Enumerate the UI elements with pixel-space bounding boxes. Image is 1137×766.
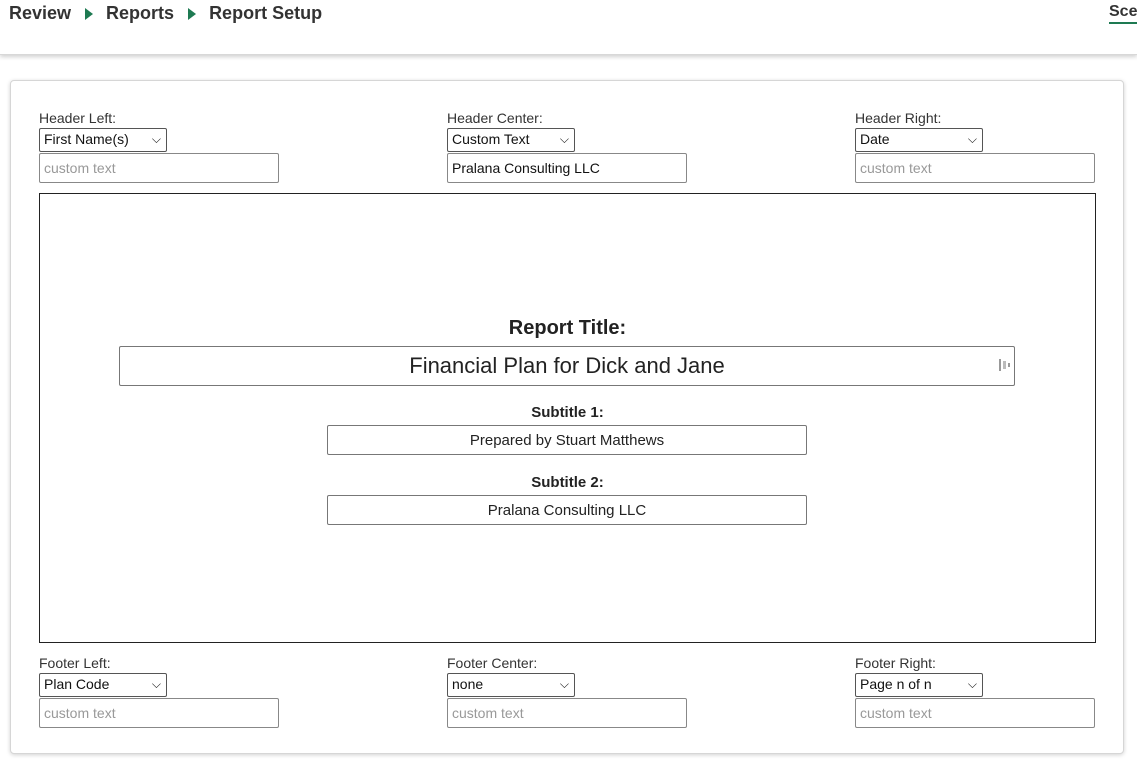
chevron-right-icon [188, 7, 197, 20]
subtitle2-input[interactable] [327, 495, 807, 525]
header-left-select[interactable]: First Name(s) ⌵ [39, 128, 167, 152]
report-preview-page: Report Title: Subtitle 1: Subtitle 2: [39, 193, 1096, 643]
breadcrumb-report-setup: Report Setup [209, 3, 323, 23]
footer-left-field: Footer Left: Plan Code ⌵ [39, 653, 279, 728]
header-center-selected: Custom Text [452, 131, 530, 147]
header-right-custom-input[interactable] [855, 153, 1095, 183]
chevron-down-icon: ⌵ [151, 132, 161, 146]
footer-right-selected: Page n of n [860, 676, 932, 692]
footer-left-label: Footer Left: [39, 655, 111, 671]
report-title-input[interactable] [119, 346, 1015, 386]
header-left-field: Header Left: First Name(s) ⌵ [39, 108, 279, 183]
header-center-select[interactable]: Custom Text ⌵ [447, 128, 575, 152]
footer-center-label: Footer Center: [447, 655, 538, 671]
footer-center-select[interactable]: none ⌵ [447, 673, 575, 697]
footer-right-field: Footer Right: Page n of n ⌵ [855, 653, 1095, 728]
report-setup-panel: Header Left: First Name(s) ⌵ Header Cent… [10, 80, 1124, 754]
chevron-right-icon [85, 7, 94, 20]
breadcrumb-reports[interactable]: Reports [106, 3, 174, 24]
footer-left-select[interactable]: Plan Code ⌵ [39, 673, 167, 697]
header-left-selected: First Name(s) [44, 131, 129, 147]
header-center-custom-input[interactable] [447, 153, 687, 183]
footer-center-custom-input[interactable] [447, 698, 687, 728]
footer-center-selected: none [452, 676, 484, 692]
header-left-label: Header Left: [39, 110, 117, 126]
subtitle1-label: Subtitle 1: [531, 404, 604, 421]
top-bar: Review Reports Report Setup Scen [0, 0, 1137, 55]
chevron-down-icon: ⌵ [151, 677, 161, 691]
footer-right-label: Footer Right: [855, 655, 936, 671]
header-right-selected: Date [860, 131, 890, 147]
chevron-down-icon: ⌵ [967, 677, 977, 691]
header-center-label: Header Center: [447, 110, 543, 126]
footer-right-custom-input[interactable] [855, 698, 1095, 728]
header-right-select[interactable]: Date ⌵ [855, 128, 983, 152]
header-right-field: Header Right: Date ⌵ [855, 108, 1095, 183]
subtitle1-input[interactable] [327, 425, 807, 455]
report-title-label: Report Title: [508, 317, 627, 339]
chevron-down-icon: ⌵ [559, 132, 569, 146]
breadcrumb: Review Reports Report Setup [9, 3, 322, 24]
header-center-field: Header Center: Custom Text ⌵ [447, 108, 687, 183]
chevron-down-icon: ⌵ [967, 132, 977, 146]
breadcrumb-review[interactable]: Review [9, 3, 71, 24]
input-handle-icon [999, 359, 1010, 371]
header-right-label: Header Right: [855, 110, 942, 126]
footer-right-select[interactable]: Page n of n ⌵ [855, 673, 983, 697]
footer-left-custom-input[interactable] [39, 698, 279, 728]
footer-center-field: Footer Center: none ⌵ [447, 653, 687, 728]
header-left-custom-input[interactable] [39, 153, 279, 183]
scenario-tab[interactable]: Scen [1109, 3, 1137, 24]
chevron-down-icon: ⌵ [559, 677, 569, 691]
footer-left-selected: Plan Code [44, 676, 110, 692]
subtitle2-label: Subtitle 2: [531, 474, 604, 491]
